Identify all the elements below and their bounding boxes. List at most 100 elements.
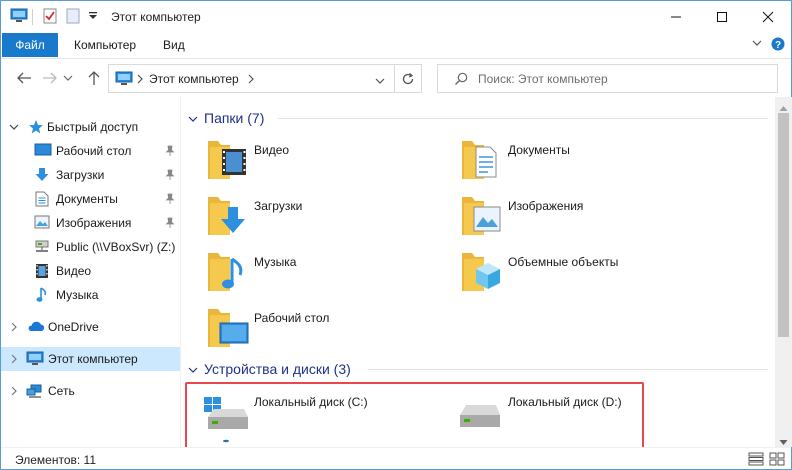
video-folder-icon xyxy=(204,137,256,189)
pin-icon[interactable] xyxy=(165,145,175,160)
network-drive-icon xyxy=(34,239,52,255)
folder-tile-video[interactable]: Видео xyxy=(182,137,422,189)
group-divider xyxy=(278,118,768,119)
nav-quick-access[interactable]: Быстрый доступ xyxy=(1,115,180,139)
new-folder-icon[interactable] xyxy=(65,7,81,25)
properties-icon[interactable] xyxy=(41,7,59,25)
nav-label: Сеть xyxy=(48,384,75,398)
expand-ribbon-icon[interactable] xyxy=(751,37,763,52)
address-bar[interactable]: Этот компьютер xyxy=(108,64,395,93)
nav-item-video[interactable]: Видео xyxy=(1,259,180,283)
chevron-down-icon[interactable] xyxy=(375,74,385,88)
music-icon xyxy=(36,287,54,303)
star-icon xyxy=(28,119,46,135)
svg-text:?: ? xyxy=(775,40,781,51)
search-input[interactable]: Поиск: Этот компьютер xyxy=(437,64,778,93)
folder-tile-documents[interactable]: Документы xyxy=(436,137,676,189)
pin-icon[interactable] xyxy=(165,217,175,232)
nav-item-network-drive[interactable]: Public (\\VBoxSvr) (Z:) xyxy=(1,235,180,259)
title-bar: Этот компьютер xyxy=(1,1,791,33)
maximize-button[interactable] xyxy=(699,1,745,32)
tab-file[interactable]: Файл xyxy=(2,33,58,57)
highlight-frame xyxy=(185,382,644,452)
devices-group-header[interactable]: Устройства и диски (3) xyxy=(182,358,775,380)
chevron-right-icon[interactable] xyxy=(136,73,144,87)
3d-objects-folder-icon xyxy=(458,249,510,301)
music-folder-icon xyxy=(204,249,256,301)
folder-label: Рабочий стол xyxy=(254,311,330,325)
folder-tile-music[interactable]: Музыка xyxy=(182,249,422,301)
network-icon xyxy=(26,383,44,399)
nav-label: Видео xyxy=(56,264,92,278)
pin-icon[interactable] xyxy=(165,169,175,184)
folder-label: Музыка xyxy=(254,255,297,269)
folder-tile-3d-objects[interactable]: Объемные объекты xyxy=(436,249,676,301)
nav-label: Изображения xyxy=(56,216,132,230)
up-button[interactable] xyxy=(83,67,105,89)
search-icon xyxy=(454,72,468,89)
chevron-down-icon[interactable] xyxy=(188,113,198,127)
large-icons-view-icon[interactable] xyxy=(769,452,785,466)
tab-view[interactable]: Вид xyxy=(149,33,199,57)
computer-icon xyxy=(26,351,44,367)
desktop-icon xyxy=(34,143,52,159)
nav-network[interactable]: Сеть xyxy=(1,379,180,403)
nav-label: OneDrive xyxy=(48,320,99,334)
folder-label: Объемные объекты xyxy=(508,255,619,269)
group-title: Устройства и диски (3) xyxy=(204,361,351,377)
tab-computer[interactable]: Компьютер xyxy=(60,33,150,57)
folder-label: Изображения xyxy=(508,199,584,213)
forward-button[interactable] xyxy=(39,67,61,89)
group-title: Папки (7) xyxy=(204,110,265,126)
nav-item-music[interactable]: Музыка xyxy=(1,283,180,307)
cloud-icon xyxy=(27,319,45,335)
nav-label: Рабочий стол xyxy=(56,144,132,158)
minimize-button[interactable] xyxy=(653,1,699,32)
chevron-down-icon[interactable] xyxy=(188,364,198,378)
close-button[interactable] xyxy=(745,1,791,32)
nav-label: Быстрый доступ xyxy=(47,120,139,134)
chevron-down-icon[interactable] xyxy=(9,121,19,135)
search-placeholder: Поиск: Этот компьютер xyxy=(478,72,608,86)
folder-label: Видео xyxy=(254,143,290,157)
nav-this-pc[interactable]: Этот компьютер xyxy=(1,347,180,371)
pin-icon[interactable] xyxy=(165,193,175,208)
chevron-right-icon[interactable] xyxy=(9,353,19,367)
chevron-right-icon[interactable] xyxy=(247,73,255,87)
folder-label: Загрузки xyxy=(254,199,303,213)
scroll-thumb[interactable] xyxy=(778,113,789,337)
computer-icon xyxy=(115,71,133,89)
details-view-icon[interactable] xyxy=(748,452,764,466)
nav-label: Этот компьютер xyxy=(48,352,138,366)
customize-quick-access-icon[interactable] xyxy=(87,7,99,25)
nav-item-desktop[interactable]: Рабочий стол xyxy=(1,139,180,163)
nav-item-downloads[interactable]: Загрузки xyxy=(1,163,180,187)
nav-item-documents[interactable]: Документы xyxy=(1,187,180,211)
group-divider xyxy=(368,369,768,370)
vertical-scrollbar[interactable] xyxy=(775,97,792,447)
folder-tile-desktop[interactable]: Рабочий стол xyxy=(182,305,422,357)
chevron-right-icon[interactable] xyxy=(9,385,19,399)
refresh-button[interactable] xyxy=(395,64,422,93)
explorer-window: Этот компьютер Файл Компьютер Вид ? Этот… xyxy=(0,0,792,470)
computer-icon[interactable] xyxy=(9,7,29,25)
pictures-folder-icon xyxy=(458,193,510,245)
folder-label: Документы xyxy=(508,143,570,157)
nav-item-pictures[interactable]: Изображения xyxy=(1,211,180,235)
quick-access-separator xyxy=(32,9,33,25)
back-button[interactable] xyxy=(13,67,35,89)
folder-tile-downloads[interactable]: Загрузки xyxy=(182,193,422,245)
chevron-right-icon[interactable] xyxy=(9,321,19,335)
documents-folder-icon xyxy=(458,137,510,189)
video-icon xyxy=(35,263,53,279)
pictures-icon xyxy=(34,215,52,231)
folders-group-header[interactable]: Папки (7) xyxy=(182,107,775,129)
recent-locations-icon[interactable] xyxy=(61,67,75,89)
documents-icon xyxy=(35,191,53,207)
address-path[interactable]: Этот компьютер xyxy=(149,72,239,86)
address-row: Этот компьютер Поиск: Этот компьютер xyxy=(1,58,791,96)
nav-onedrive[interactable]: OneDrive xyxy=(1,315,180,339)
nav-label: Музыка xyxy=(56,288,99,302)
help-icon[interactable]: ? xyxy=(771,37,785,54)
folder-tile-pictures[interactable]: Изображения xyxy=(436,193,676,245)
